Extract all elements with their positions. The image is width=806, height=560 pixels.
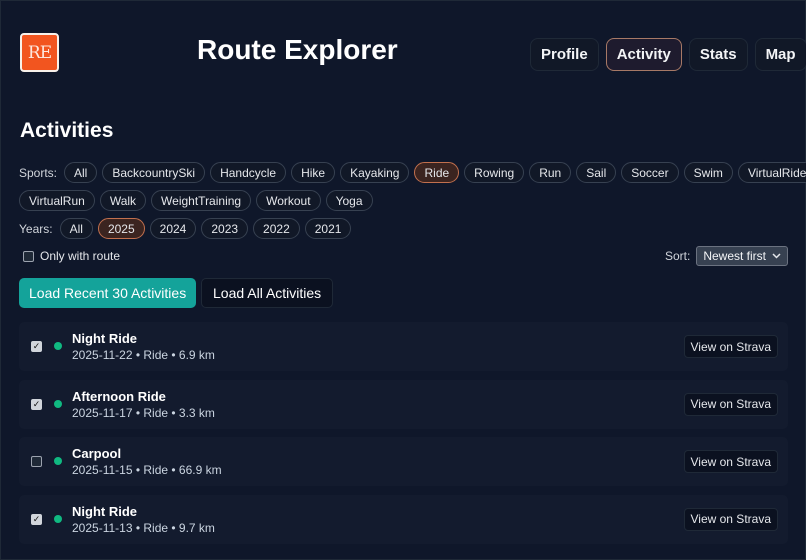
activity-row: ✓ Afternoon Ride 2025-11-17 • Ride • 3.3 k… — [19, 379, 788, 429]
sport-chip-handcycle[interactable]: Handcycle — [210, 162, 287, 183]
only-with-route-checkbox[interactable] — [23, 250, 34, 262]
sport-chip-backcountryski[interactable]: BackcountrySki — [102, 162, 206, 183]
activity-name: Night Ride — [72, 503, 137, 519]
sport-chip-rowing[interactable]: Rowing — [464, 162, 525, 183]
activity-meta: 2025-11-13 • Ride • 9.7 km — [72, 520, 215, 535]
app-title: Route Explorer — [197, 34, 398, 65]
sports-filter-row: Sports: All BackcountrySki Handcycle Hike Ka… — [19, 162, 806, 183]
route-status-dot — [54, 399, 62, 408]
only-with-route-label: Only with route — [40, 249, 121, 263]
activity-row: ✓ Night Ride 2025-11-22 • Ride • 6.9 km Vie… — [19, 322, 788, 371]
nav-activity[interactable]: Activity — [605, 38, 682, 71]
year-chip-2025[interactable]: 2025 — [97, 218, 145, 239]
view-on-strava-button[interactable]: View on Strava — [683, 450, 778, 473]
sports-label: Sports: — [19, 165, 58, 180]
route-status-dot — [54, 457, 62, 465]
year-chip-2022[interactable]: 2022 — [253, 218, 300, 239]
view-on-strava-button[interactable]: View on Strava — [683, 335, 778, 358]
activity-row: ✓ Night Ride 2025-11-13 • Ride • 9.7 km Vie… — [19, 494, 788, 544]
sort-label: Sort: — [664, 249, 691, 263]
year-chip-all[interactable]: All — [59, 218, 93, 239]
load-all-button[interactable]: Load All Activities — [201, 278, 334, 308]
view-on-strava-button[interactable]: View on Strava — [683, 507, 778, 531]
view-on-strava-button[interactable]: View on Strava — [683, 392, 778, 416]
year-chip-2021[interactable]: 2021 — [304, 218, 352, 239]
sport-chip-hike[interactable]: Hike — [291, 162, 336, 183]
main-nav: Profile Activity Stats Map — [530, 38, 806, 71]
sport-chip-yoga[interactable]: Yoga — [325, 190, 373, 211]
sport-chip-run[interactable]: Run — [529, 162, 572, 183]
activity-meta: 2025-11-17 • Ride • 3.3 km — [72, 405, 215, 420]
route-status-dot — [54, 342, 62, 350]
only-with-route-toggle[interactable]: Only with route — [23, 249, 120, 263]
sort-control: Sort: Newest first — [665, 246, 788, 266]
sport-chip-swim[interactable]: Swim — [683, 162, 733, 183]
sort-value: Newest first — [703, 249, 766, 263]
activity-select-checkbox[interactable]: ✓ — [31, 398, 42, 410]
sports-filter-row-2: VirtualRun Walk WeightTraining Workout Yoga — [19, 190, 373, 211]
sport-chip-all[interactable]: All — [64, 162, 98, 183]
activity-meta: 2025-11-15 • Ride • 66.9 km — [72, 463, 222, 477]
logo-text: RE — [27, 42, 52, 63]
sport-chip-virtualrun[interactable]: VirtualRun — [19, 190, 95, 211]
app-logo: RE — [20, 33, 59, 72]
sport-chip-soccer[interactable]: Soccer — [621, 162, 679, 183]
activity-name: Afternoon Ride — [72, 388, 166, 404]
activity-name: Carpool — [72, 446, 122, 461]
activity-meta: 2025-11-22 • Ride • 6.9 km — [72, 348, 215, 362]
nav-map[interactable]: Map — [754, 38, 806, 71]
load-recent-button[interactable]: Load Recent 30 Activities — [19, 278, 197, 308]
activity-select-checkbox[interactable] — [31, 456, 42, 467]
chevron-down-icon — [772, 253, 781, 259]
activity-select-checkbox[interactable]: ✓ — [31, 341, 42, 352]
route-status-dot — [54, 514, 62, 523]
sport-chip-ride[interactable]: Ride — [414, 162, 460, 183]
activity-name: Night Ride — [72, 331, 137, 346]
sport-chip-walk[interactable]: Walk — [99, 190, 147, 211]
sort-select[interactable]: Newest first — [696, 246, 788, 266]
activity-row: Carpool 2025-11-15 • Ride • 66.9 km View o… — [19, 437, 788, 486]
sport-chip-weighttraining[interactable]: WeightTraining — [151, 190, 252, 211]
nav-profile[interactable]: Profile — [530, 38, 599, 71]
sport-chip-virtualride[interactable]: VirtualRide — [737, 162, 806, 183]
nav-stats[interactable]: Stats — [688, 38, 748, 71]
sport-chip-kayaking[interactable]: Kayaking — [340, 162, 410, 183]
years-label: Years: — [19, 221, 53, 236]
year-chip-2024[interactable]: 2024 — [149, 218, 197, 239]
years-filter-row: Years: All 2025 2024 2023 2022 2021 — [19, 218, 352, 239]
activity-select-checkbox[interactable]: ✓ — [31, 513, 42, 525]
year-chip-2023[interactable]: 2023 — [201, 218, 249, 239]
page-title: Activities — [20, 119, 114, 142]
sport-chip-sail[interactable]: Sail — [576, 162, 617, 183]
sport-chip-workout[interactable]: Workout — [256, 190, 321, 211]
activity-list: ✓ Night Ride 2025-11-22 • Ride • 6.9 km Vie… — [19, 322, 788, 552]
